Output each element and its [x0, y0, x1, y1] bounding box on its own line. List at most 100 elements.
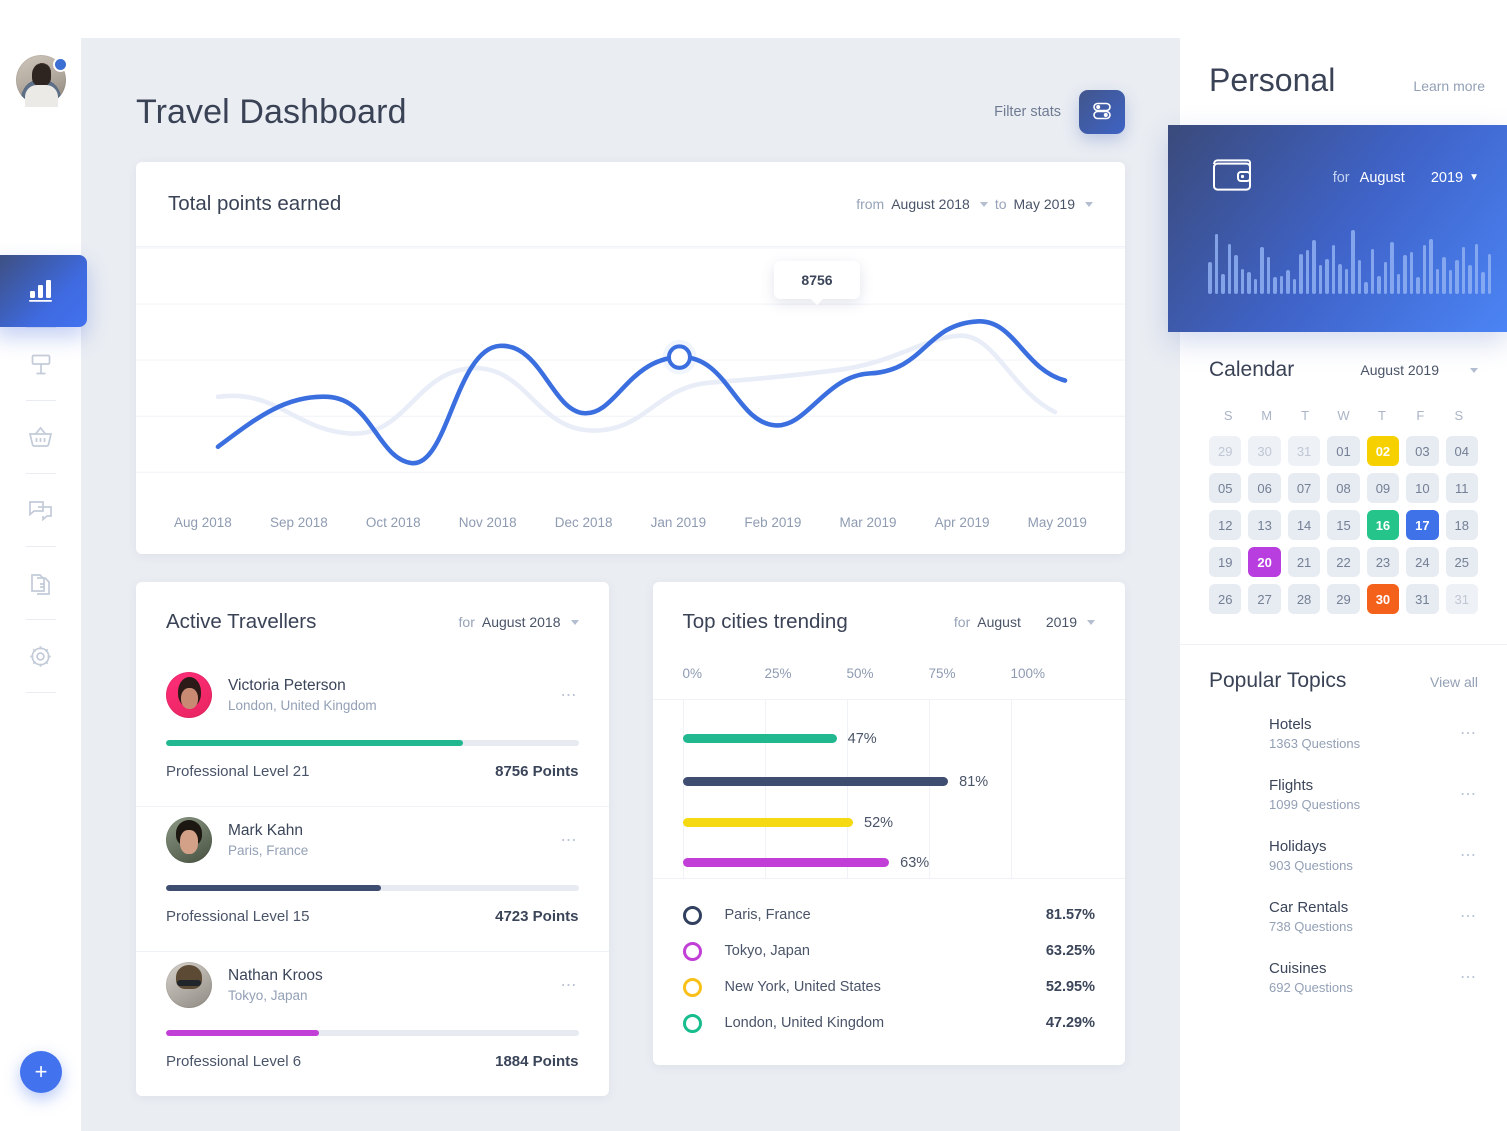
calendar-day[interactable]: 30 [1366, 584, 1400, 614]
sidebar-nav [0, 255, 87, 693]
more-icon[interactable]: ⋯ [561, 975, 579, 995]
travellers-period-select[interactable]: for August 2018 [459, 614, 579, 630]
calendar-period-select[interactable]: August 2019 [1360, 362, 1478, 378]
legend-item[interactable]: New York, United States 52.95% [682, 969, 1095, 1005]
calendar-day[interactable]: 28 [1287, 584, 1321, 614]
avatar [166, 962, 212, 1008]
sidebar-item-documents[interactable] [0, 547, 81, 619]
sidebar-item-settings[interactable] [0, 620, 81, 692]
calendar-day[interactable]: 25 [1445, 547, 1478, 577]
list-item[interactable]: Car Rentals 738 Questions ⋯ [1209, 895, 1478, 937]
traveller-name: Nathan Kroos [228, 967, 323, 984]
chevron-down-icon[interactable] [1085, 201, 1093, 207]
cities-x-axis: 0% 25% 50% 75% 100% [653, 662, 1126, 699]
bar-row: 63% [682, 855, 1106, 871]
view-all-link[interactable]: View all [1430, 674, 1478, 690]
calendar-day[interactable]: 16 [1366, 510, 1400, 540]
chevron-down-icon[interactable] [979, 201, 988, 207]
more-icon[interactable]: ⋯ [1460, 784, 1478, 804]
calendar-day[interactable]: 12 [1209, 510, 1242, 540]
calendar-day[interactable]: 27 [1248, 584, 1281, 614]
calendar-day[interactable]: 21 [1287, 547, 1321, 577]
status-dot [52, 57, 68, 72]
from-value[interactable]: August 2018 [891, 196, 970, 212]
more-icon[interactable]: ⋯ [561, 830, 579, 850]
legend-item[interactable]: Tokyo, Japan 63.25% [682, 933, 1095, 969]
calendar-day[interactable]: 01 [1327, 436, 1360, 466]
progress-fill [166, 740, 463, 746]
calendar-day[interactable]: 05 [1209, 473, 1242, 503]
wallet-bar [1266, 257, 1270, 294]
calendar-day[interactable]: 08 [1327, 473, 1360, 503]
list-item[interactable]: Nathan Kroos Tokyo, Japan ⋯ Professional… [136, 952, 609, 1096]
learn-more-link[interactable]: Learn more [1413, 78, 1485, 94]
wallet-bar [1357, 260, 1361, 294]
calendar-day[interactable]: 06 [1248, 473, 1281, 503]
calendar-day[interactable]: 20 [1248, 547, 1281, 577]
right-panel-title: Personal [1209, 62, 1336, 98]
calendar-day[interactable]: 24 [1406, 547, 1439, 577]
legend-ring-icon [682, 941, 702, 961]
progress-track [166, 1030, 579, 1036]
list-item[interactable]: Mark Kahn Paris, France ⋯ Professional L… [136, 807, 609, 952]
calendar-day[interactable]: 03 [1406, 436, 1439, 466]
sidebar-item-messages[interactable] [0, 474, 81, 546]
calendar-day[interactable]: 29 [1327, 584, 1360, 614]
calendar-day[interactable]: 15 [1327, 510, 1360, 540]
dow-label: S [1223, 408, 1233, 423]
list-item[interactable]: Cuisines 692 Questions ⋯ [1209, 956, 1478, 998]
sidebar-item-analytics[interactable] [0, 255, 87, 327]
legend-item[interactable]: Paris, France 81.57% [682, 897, 1095, 933]
calendar-day[interactable]: 18 [1445, 510, 1478, 540]
calendar-day[interactable]: 09 [1366, 473, 1400, 503]
avatar [166, 672, 212, 718]
filter-stats-button[interactable] [1079, 90, 1125, 134]
topics-title: Popular Topics [1209, 669, 1347, 692]
list-item[interactable]: Victoria Peterson London, United Kingdom… [136, 662, 609, 807]
traveller-level: Professional Level 21 [166, 763, 310, 780]
calendar-day[interactable]: 14 [1287, 510, 1321, 540]
calendar-day[interactable]: 07 [1287, 473, 1321, 503]
to-value[interactable]: May 2019 [1014, 196, 1075, 212]
calendar-day[interactable]: 23 [1366, 547, 1400, 577]
list-item[interactable]: Holidays 903 Questions ⋯ [1209, 834, 1478, 876]
calendar-day[interactable]: 26 [1209, 584, 1242, 614]
basket-icon [27, 424, 54, 450]
filter-group: Filter stats [994, 90, 1125, 134]
calendar-day[interactable]: 17 [1406, 510, 1439, 540]
calendar-day[interactable]: 22 [1327, 547, 1360, 577]
legend-item[interactable]: London, United Kingdom 47.29% [682, 1005, 1095, 1041]
gridline [682, 700, 684, 878]
more-icon[interactable]: ⋯ [1460, 906, 1478, 926]
calendar-day[interactable]: 30 [1248, 436, 1281, 466]
wallet-bar [1208, 262, 1212, 294]
more-icon[interactable]: ⋯ [561, 685, 579, 705]
calendar-day[interactable]: 31 [1445, 584, 1478, 614]
calendar-day[interactable]: 31 [1287, 436, 1321, 466]
add-button[interactable]: + [20, 1051, 62, 1093]
chart-point-outer [666, 344, 692, 370]
more-icon[interactable]: ⋯ [1460, 723, 1478, 743]
traveller-points: 1884 Points [495, 1053, 579, 1070]
avatar[interactable] [15, 55, 68, 107]
sidebar-item-shop[interactable] [0, 401, 81, 473]
list-item[interactable]: Hotels 1363 Questions ⋯ [1209, 712, 1478, 754]
for-label: for [458, 614, 475, 630]
traveller-location: London, United Kingdom [228, 698, 377, 713]
cities-period-select[interactable]: for August 2019 [954, 614, 1095, 630]
calendar-day[interactable]: 13 [1248, 510, 1281, 540]
calendar-day[interactable]: 10 [1406, 473, 1439, 503]
more-icon[interactable]: ⋯ [1460, 967, 1478, 987]
sidebar-item-places[interactable] [0, 328, 81, 400]
list-item[interactable]: Flights 1099 Questions ⋯ [1209, 773, 1478, 815]
more-icon[interactable]: ⋯ [1460, 845, 1478, 865]
topic-label: Car Rentals [1269, 898, 1349, 916]
calendar-day[interactable]: 11 [1445, 473, 1478, 503]
calendar-day[interactable]: 31 [1406, 584, 1439, 614]
wallet-period-select[interactable]: for August 2019 ▼ [1333, 170, 1479, 186]
calendar-day[interactable]: 29 [1209, 436, 1242, 466]
calendar-day[interactable]: 19 [1209, 547, 1242, 577]
bar-label: 81% [959, 773, 989, 790]
calendar-day[interactable]: 04 [1445, 436, 1478, 466]
calendar-day[interactable]: 02 [1366, 436, 1400, 466]
